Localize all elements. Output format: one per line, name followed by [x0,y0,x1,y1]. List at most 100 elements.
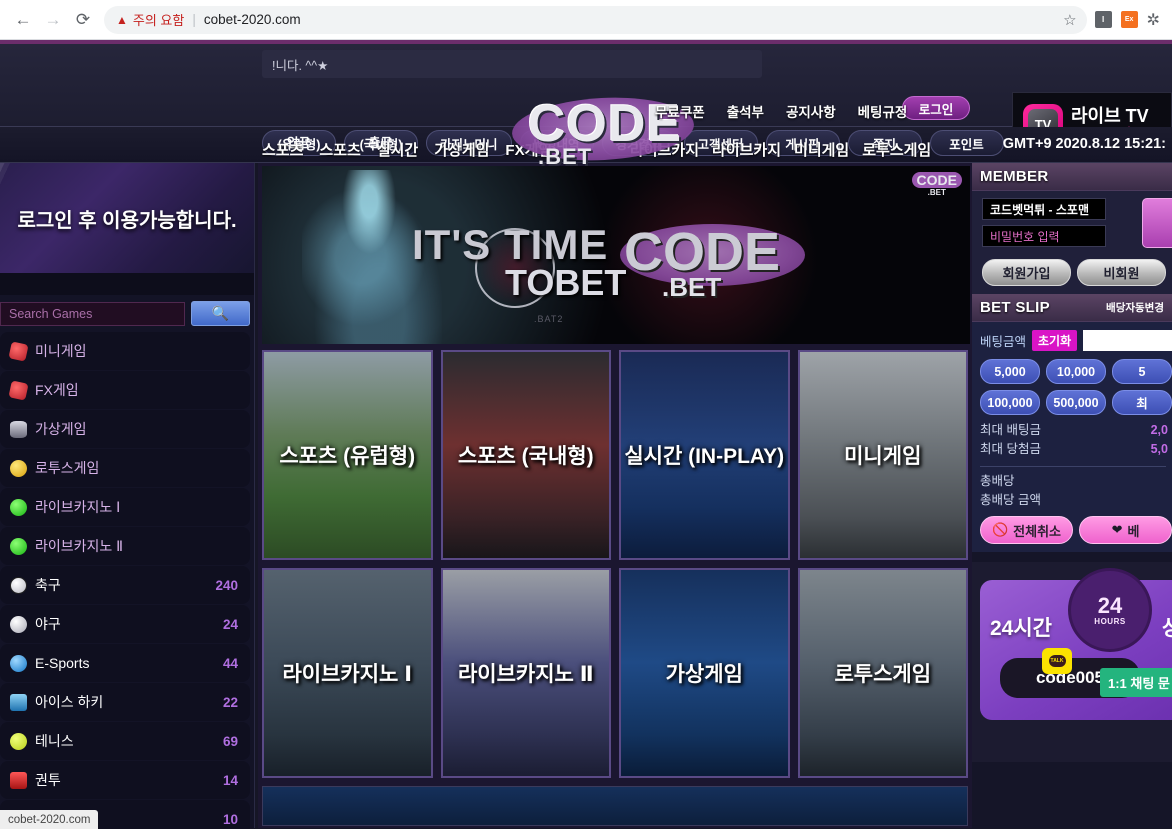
search-button[interactable]: 🔍 [190,301,250,326]
sidebar-item-label: 축구 [35,577,61,593]
sidebar-item-4[interactable]: 로투스게임 [0,449,250,487]
forward-arrow-icon: → [44,9,62,29]
extension-2-icon[interactable]: Ex [1120,11,1138,28]
sidebar-item-label: 권투 [35,772,61,788]
game-tile-grid: 스포츠 (유럽형) 스포츠 (국내형) 실시간 (IN-PLAY) 미니게임라이브카지… [258,344,972,778]
place-bet-button[interactable]: ❤ 베 [1079,516,1172,545]
customer-support-promo[interactable]: 24 HOURS 24시간 상 code005 TALK 1:1 채팅 문 [972,562,1172,763]
quick-amount-50000[interactable]: 5 [1112,359,1172,384]
bookmark-star-icon[interactable]: ☆ [1063,11,1076,29]
game-tile-7[interactable]: 가상게임 [619,568,790,778]
game-tile-3[interactable]: 실시간 (IN-PLAY) [619,350,790,560]
username-field[interactable]: 코드벳먹튀 - 스포맨 [982,198,1106,220]
place-bet-label: 베 [1127,523,1140,539]
sidebar-item-10[interactable]: 아이스 하키 22 [0,683,250,721]
signup-button[interactable]: 회원가입 [982,259,1071,286]
header-link-notice[interactable]: 공지사항 [786,101,836,121]
promo-hours-number: 24 [1097,592,1123,618]
hero-corner-logo: CODE .BET [911,172,962,197]
cancel-all-button[interactable]: 🚫 전체취소 [980,516,1073,545]
max-win-label: 최대 당첨금 [980,442,1041,457]
sidebar-item-3[interactable]: 가상게임 [0,410,250,448]
nav-live-casino-1[interactable]: 라이브카지 [630,139,699,160]
browser-status-bar: cobet-2020.com [0,810,99,829]
nav-lotus-game[interactable]: 로투스게임 [862,139,931,160]
member-login-form: 코드벳먹튀 - 스포맨 비밀번호 입력 [972,191,1172,259]
member-action-buttons: 회원가입 비회원 [972,259,1172,294]
green-ball-icon [10,537,27,555]
nav-mini-game[interactable]: 미니게임 [794,139,849,160]
nav-fx-game[interactable]: FX게임 [505,139,552,160]
quick-amount-10000[interactable]: 10,000 [1046,359,1106,384]
sidebar-item-count: 69 [222,733,238,749]
quick-amount-100000[interactable]: 100,000 [980,390,1040,415]
nav-virtual-game[interactable]: 가상게임 [434,139,489,160]
game-tile-8[interactable]: 로투스게임 [797,568,968,778]
nav-live-casino-2[interactable]: 라이브카지 [712,139,781,160]
bet-amount-label: 베팅금액 [980,335,1027,349]
sidebar-item-label: FX게임 [35,382,79,398]
extensions-puzzle-icon[interactable]: ✲ [1147,10,1160,30]
extension-1-icon[interactable]: I [1094,11,1112,28]
nav-sports-domestic[interactable]: 스포츠 [319,139,360,160]
sidebar-item-count: 14 [222,772,238,788]
sidebar-item-5[interactable]: 라이브카지노 Ⅰ [0,488,250,526]
search-input[interactable] [0,301,185,326]
betslip-auto-odds-label: 배당자동변경 [1106,302,1164,314]
total-amount-label: 총배당 금액 [980,492,1041,507]
subnav-points[interactable]: 포인트 [929,130,1004,156]
max-win-row: 최대 당첨금 5,0 [980,440,1172,459]
header-link-attendance[interactable]: 출석부 [727,101,764,121]
esports-icon [10,654,27,672]
header-link-rules[interactable]: 베팅규정 [858,101,908,121]
promo-24h-label: 24시간 [990,617,1052,641]
reset-amount-button[interactable]: 초기화 [1032,330,1078,351]
boxing-icon [10,771,27,789]
guest-button[interactable]: 비회원 [1077,259,1166,286]
game-tile-5[interactable]: 라이브카지노 Ⅰ [262,568,433,778]
extension-icons: I Ex ✲ [1094,10,1164,30]
password-field[interactable]: 비밀번호 입력 [982,225,1106,247]
quick-amount-500000[interactable]: 500,000 [1046,390,1106,415]
bottom-promo-strip[interactable] [262,786,968,826]
game-tile-1[interactable]: 스포츠 (유럽형) [262,350,433,560]
server-clock: GMT+9 2020.8.12 15:21: [1002,136,1166,152]
sidebar-item-7[interactable]: 축구 240 [0,566,250,604]
nav-inplay[interactable]: 실시간 [377,139,418,160]
baseball-icon [10,615,27,633]
sidebar-item-2[interactable]: FX게임 [0,371,250,409]
header-link-coupon[interactable]: 무료쿠폰 [655,101,705,121]
bet-amount-input[interactable] [1083,330,1172,351]
bet-amount-row: 베팅금액 초기화 [980,330,1172,351]
hero-banner[interactable]: IT'S TIME TOBET CODE .BET CODE .BET .BAT… [262,166,970,344]
login-submit-button[interactable] [1142,198,1172,248]
hockey-icon [10,693,27,711]
right-sidebar: MEMBER 코드벳먹튀 - 스포맨 비밀번호 입력 회원가입 비회원 BET … [972,163,1172,828]
game-tile-4[interactable]: 미니게임 [797,350,968,560]
security-warning-text: 주의 요함 [132,13,185,28]
forward-button[interactable]: → [38,5,68,35]
sidebar-item-8[interactable]: 야구 24 [0,605,250,643]
game-tile-label: 실시간 (IN-PLAY) [624,445,785,468]
quick-amount-max[interactable]: 최 [1112,390,1172,415]
header-login-button[interactable]: 로그인 [902,96,970,120]
sidebar-item-label: 야구 [35,616,61,632]
reload-button[interactable]: ⟳ [68,5,98,35]
game-tile-label: 라이브카지노 Ⅱ [457,663,594,686]
sidebar-item-6[interactable]: 라이브카지노 Ⅱ [0,527,250,565]
nav-sports-euro[interactable]: 스포츠 [262,139,303,160]
sidebar-item-9[interactable]: E-Sports 44 [0,644,250,682]
sidebar-item-1[interactable]: 미니게임 [0,332,250,370]
subnav-label: 포인트 [949,137,984,152]
quick-amount-5000[interactable]: 5,000 [980,359,1040,384]
game-tile-2[interactable]: 스포츠 (국내형) [440,350,611,560]
sidebar-item-label: 라이브카지노 Ⅱ [35,538,124,554]
game-tile-6[interactable]: 라이브카지노 Ⅱ [440,568,611,778]
sidebar-item-12[interactable]: 권투 14 [0,761,250,799]
no-entry-icon: 🚫 [991,522,1009,538]
sidebar-item-11[interactable]: 테니스 69 [0,722,250,760]
game-search-row: 🔍 [0,295,254,332]
live-chat-button[interactable]: 1:1 채팅 문 [1100,668,1172,698]
address-bar[interactable]: ▲ 주의 요함 | cobet-2020.com ☆ [104,5,1087,34]
back-button[interactable]: ← [8,5,38,35]
